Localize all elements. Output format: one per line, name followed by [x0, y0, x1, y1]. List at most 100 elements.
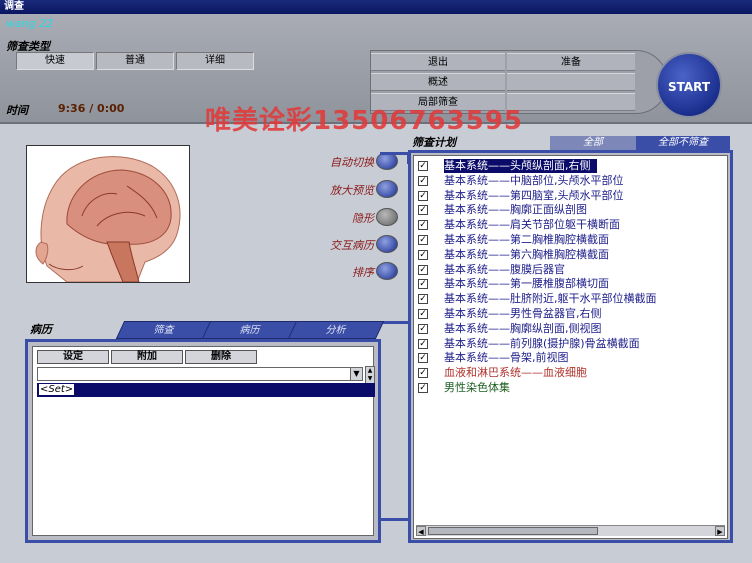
history-spinner[interactable]: ▲ ▼: [365, 366, 375, 384]
plan-list-item[interactable]: ✓ 基本系统——骨架,前视图: [416, 351, 725, 365]
set-button[interactable]: 设定: [37, 350, 109, 364]
checkbox[interactable]: ✓: [418, 383, 428, 393]
plan-item-label: 基本系统——胸廓纵剖面,侧视图: [444, 321, 602, 335]
checkbox[interactable]: ✓: [418, 235, 428, 245]
tab-analysis[interactable]: 分析: [287, 321, 385, 339]
brain-illustration: [35, 156, 181, 282]
plan-panel: ◀ ▶ ✓ 基本系统——头颅纵剖面,右侧 ✓ 基本系统——中脑部位,头颅水平部位 ✓ 基本…: [408, 150, 733, 543]
overview-button[interactable]: 概述: [371, 73, 505, 91]
interactive-record-button[interactable]: [376, 235, 398, 253]
user-name: wang 22: [6, 17, 54, 30]
sort-label: 排序: [352, 266, 374, 279]
checkbox[interactable]: ✓: [418, 323, 428, 334]
plan-item-label: 基本系统——第四脑室,头颅水平部位: [444, 188, 624, 202]
menu-blank-row-3[interactable]: [507, 93, 635, 111]
plan-title: 筛查计划: [412, 136, 456, 149]
window-title: 调查: [4, 1, 24, 12]
tab-screen[interactable]: 筛查: [115, 321, 213, 339]
history-panel: 设定 附加 删除 ▼ ▲ ▼ <Set>: [25, 339, 381, 543]
history-selected-value: <Set>: [39, 384, 75, 395]
plan-horizontal-scrollbar[interactable]: ◀ ▶: [416, 525, 725, 536]
plan-list-item[interactable]: ✓ 基本系统——腹膜后器官: [416, 263, 725, 277]
plan-item-label: 基本系统——前列腺(摄护腺)骨盆横截面: [444, 336, 640, 350]
screen-type-quick-button[interactable]: 快速: [16, 52, 94, 70]
interactive-record-label: 交互病历: [330, 239, 374, 252]
plan-list-item[interactable]: ✓ 基本系统——第四脑室,头颅水平部位: [416, 189, 725, 203]
tab-history-label: 病历: [239, 325, 260, 336]
checkbox[interactable]: ✓: [418, 190, 428, 201]
plan-list-item[interactable]: ✓ 基本系统——第一腰椎腹部横切面: [416, 277, 725, 291]
plan-item-label: 基本系统——男性骨盆器官,右侧: [444, 307, 602, 320]
plan-item-label: 基本系统——肚脐附近,躯干水平部位横截面: [444, 292, 657, 306]
screen-type-normal-button[interactable]: 普通: [96, 52, 174, 70]
tab-screen-label: 筛查: [153, 325, 174, 336]
exit-button[interactable]: 退出: [371, 53, 505, 71]
chevron-down-icon[interactable]: ▼: [350, 368, 362, 380]
plan-list-item[interactable]: ✓ 基本系统——第二胸椎胸腔横截面: [416, 233, 725, 247]
plan-item-label: 基本系统——腹膜后器官: [444, 262, 565, 276]
checkbox[interactable]: ✓: [418, 264, 428, 275]
tab-analysis-label: 分析: [325, 325, 346, 336]
time-value: 9:36 / 0:00: [58, 102, 125, 115]
plan-list-item[interactable]: ✓ 血液和淋巴系统——血液细胞: [416, 366, 725, 380]
plan-list-item[interactable]: ✓ 基本系统——中脑部位,头颅水平部位: [416, 174, 725, 188]
plan-list-item[interactable]: ✓ 基本系统——头颅纵剖面,右侧: [416, 159, 725, 173]
zoom-preview-label: 放大预览: [330, 184, 374, 197]
plan-list-item[interactable]: ✓ 基本系统——第六胸椎胸腔横截面: [416, 248, 725, 262]
scroll-left-icon[interactable]: ◀: [416, 526, 426, 536]
menu-blank-row-2[interactable]: [507, 73, 635, 91]
plan-list-item[interactable]: ✓ 男性染色体集: [416, 381, 725, 395]
connector-line-top: [380, 152, 410, 164]
plan-tab-none[interactable]: 全部不筛查: [636, 136, 730, 150]
checkbox[interactable]: ✓: [418, 205, 428, 216]
plan-item-label: 血液和淋巴系统——血液细胞: [444, 366, 587, 380]
connector-line-bottom: [380, 321, 410, 521]
sort-button[interactable]: [376, 262, 398, 280]
plan-list-item[interactable]: ✓ 基本系统——男性骨盆器官,右侧: [416, 307, 725, 321]
checkbox[interactable]: ✓: [418, 309, 428, 319]
plan-list-item[interactable]: ✓ 基本系统——前列腺(摄护腺)骨盆横截面: [416, 337, 725, 351]
history-selected-row[interactable]: <Set>: [37, 383, 375, 397]
plan-item-label: 基本系统——第二胸椎胸腔横截面: [444, 233, 609, 246]
checkbox[interactable]: ✓: [418, 220, 428, 231]
window-titlebar: 调查: [0, 0, 752, 14]
checkbox[interactable]: ✓: [418, 161, 428, 171]
time-label: 时间: [6, 104, 28, 117]
plan-item-label: 基本系统——第六胸椎胸腔横截面: [444, 247, 609, 261]
start-button[interactable]: START: [656, 52, 722, 118]
history-title: 病历: [30, 323, 52, 336]
checkbox[interactable]: ✓: [418, 338, 428, 349]
attach-button[interactable]: 附加: [111, 350, 183, 364]
auto-switch-label: 自动切换: [330, 156, 374, 169]
plan-list: ◀ ▶ ✓ 基本系统——头颅纵剖面,右侧 ✓ 基本系统——中脑部位,头颅水平部位 ✓ 基本…: [413, 155, 728, 539]
plan-item-label: 基本系统——第一腰椎腹部横切面: [444, 277, 609, 291]
history-tabs: 筛查 病历 分析: [112, 321, 385, 339]
screen-type-detailed-button[interactable]: 详细: [176, 52, 254, 70]
history-content: 设定 附加 删除 ▼ ▲ ▼ <Set>: [32, 346, 375, 536]
checkbox[interactable]: ✓: [418, 353, 428, 364]
plan-item-label: 基本系统——中脑部位,头颅水平部位: [444, 173, 624, 187]
checkbox[interactable]: ✓: [418, 175, 428, 186]
plan-item-label: 男性染色体集: [444, 381, 510, 394]
watermark-text: 唯美诠彩13506763595: [205, 106, 523, 136]
history-select[interactable]: ▼: [37, 367, 363, 381]
plan-item-label: 基本系统——头颅纵剖面,右侧: [444, 159, 597, 173]
plan-item-label: 基本系统——骨架,前视图: [444, 351, 569, 365]
checkbox[interactable]: ✓: [418, 249, 428, 260]
checkbox[interactable]: ✓: [418, 294, 428, 305]
plan-list-item[interactable]: ✓ 基本系统——胸廓正面纵剖图: [416, 203, 725, 217]
delete-button[interactable]: 删除: [185, 350, 257, 364]
prepare-button[interactable]: 准备: [507, 53, 635, 71]
hide-label: 隐形: [352, 212, 374, 225]
checkbox[interactable]: ✓: [418, 279, 428, 290]
plan-list-item[interactable]: ✓ 基本系统——肩关节部位躯干横断面: [416, 218, 725, 232]
hide-button[interactable]: [376, 208, 398, 226]
checkbox[interactable]: ✓: [418, 368, 428, 379]
zoom-preview-button[interactable]: [376, 180, 398, 198]
plan-list-item[interactable]: ✓ 基本系统——胸廓纵剖面,侧视图: [416, 322, 725, 336]
scroll-right-icon[interactable]: ▶: [715, 526, 725, 536]
tab-history[interactable]: 病历: [201, 321, 299, 339]
scrollbar-thumb[interactable]: [428, 527, 598, 535]
plan-list-item[interactable]: ✓ 基本系统——肚脐附近,躯干水平部位横截面: [416, 292, 725, 306]
plan-tab-all[interactable]: 全部: [550, 136, 636, 150]
